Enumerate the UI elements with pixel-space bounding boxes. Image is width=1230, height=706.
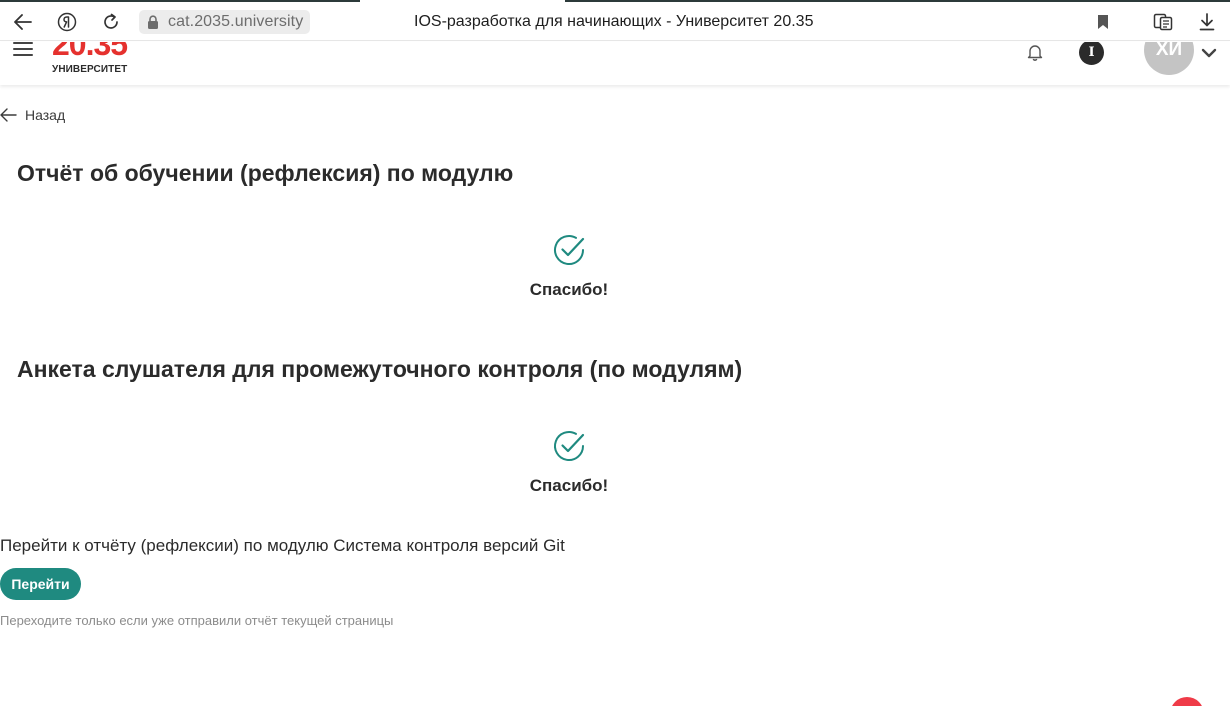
completion-block: Спасибо! <box>490 429 648 496</box>
goto-button[interactable]: Перейти <box>0 568 81 600</box>
section-title-reflection: Отчёт об обучении (рефлексия) по модулю <box>17 160 514 186</box>
chat-widget-button[interactable] <box>1170 697 1204 706</box>
chevron-down-icon[interactable] <box>1201 46 1217 58</box>
site-header: 20.35 УНИВЕРСИТЕТ I ХИ <box>0 42 1230 85</box>
avatar[interactable]: ХИ <box>1144 42 1194 75</box>
top-strip-segment <box>565 0 1230 2</box>
reader-mode-icon[interactable] <box>1150 9 1176 35</box>
completion-block: Спасибо! <box>490 233 648 300</box>
back-link[interactable]: Назад <box>0 105 65 125</box>
back-arrow-icon[interactable] <box>10 9 36 35</box>
menu-icon[interactable] <box>13 42 33 56</box>
hint-text: Переходите только если уже отправили отч… <box>0 613 394 628</box>
thanks-message: Спасибо! <box>529 280 609 299</box>
url-text: cat.2035.university <box>168 13 304 30</box>
download-icon[interactable] <box>1194 9 1220 35</box>
back-label: Назад <box>25 107 66 123</box>
yandex-icon[interactable] <box>54 9 80 35</box>
top-strip-segment <box>0 0 360 2</box>
check-circle-icon <box>554 431 585 462</box>
university-logo[interactable]: 20.35 УНИВЕРСИТЕТ <box>52 42 142 85</box>
browser-page-title: IOS-разработка для начинающих - Универси… <box>414 13 814 30</box>
thanks-message: Спасибо! <box>529 476 609 495</box>
bell-icon[interactable] <box>1025 42 1045 62</box>
check-circle-icon <box>554 235 585 266</box>
browser-toolbar: cat.2035.university IOS-разработка для н… <box>0 3 1230 41</box>
address-bar[interactable]: cat.2035.university <box>139 10 311 34</box>
info-badge[interactable]: I <box>1079 42 1104 65</box>
arrow-left-icon <box>0 108 18 122</box>
logo-caption: УНИВЕРСИТЕТ <box>52 64 128 75</box>
logo-number: 20.35 <box>52 42 128 62</box>
next-module-text: Перейти к отчёту (рефлексии) по модулю С… <box>0 536 565 555</box>
lock-icon <box>144 13 162 31</box>
bookmark-icon[interactable] <box>1090 9 1116 35</box>
reload-icon[interactable] <box>98 9 124 35</box>
section-title-survey: Анкета слушателя для промежуточного конт… <box>17 356 743 382</box>
